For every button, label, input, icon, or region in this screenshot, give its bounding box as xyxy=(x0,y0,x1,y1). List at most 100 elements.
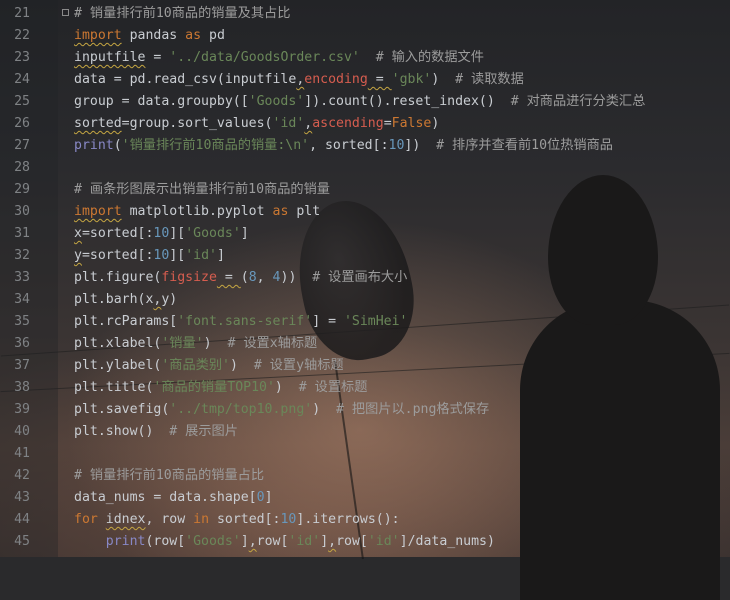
code-token: plt.rcParams[ xyxy=(74,314,178,329)
code-token: ]/data_nums) xyxy=(399,534,495,549)
code-token: plt.show() xyxy=(74,424,170,439)
code-token: import xyxy=(74,28,122,43)
code-token: sorted xyxy=(74,116,122,131)
code-token: plt.xlabel( xyxy=(74,336,162,351)
code-line[interactable]: 33 plt.figure(figsize = (8, 4)) # 设置画布大小 xyxy=(0,267,730,289)
code-token: ] xyxy=(264,490,273,505)
code-line[interactable]: 23 inputfile = '../data/GoodsOrder.csv' #… xyxy=(0,47,730,69)
code-token: plt.savefig( xyxy=(74,402,170,417)
code-token: # 设置画布大小 xyxy=(312,270,408,285)
code-token: 'gbk' xyxy=(391,72,432,87)
code-text: group = data.groupby(['Goods']).count().… xyxy=(74,91,645,113)
line-number: 44 xyxy=(14,512,30,527)
code-line[interactable]: 31 x=sorted[:10]['Goods'] xyxy=(0,223,730,245)
code-token: ] xyxy=(240,534,249,549)
code-token: 'id' xyxy=(367,534,400,549)
line-number: 43 xyxy=(14,490,30,505)
code-line[interactable]: 22 import pandas as pd xyxy=(0,25,730,47)
code-token: , xyxy=(256,270,273,285)
code-line[interactable]: 39 plt.savefig('../tmp/top10.png') # 把图片以… xyxy=(0,399,730,421)
code-token: 'Goods' xyxy=(248,94,305,109)
code-token: ].iterrows(): xyxy=(296,512,400,527)
line-number: 33 xyxy=(14,270,30,285)
code-token: 'Goods' xyxy=(185,534,241,549)
code-text: import pandas as pd xyxy=(74,25,225,47)
line-number: 41 xyxy=(14,446,30,461)
code-token: plt.figure( xyxy=(74,270,162,285)
code-token: figsize xyxy=(161,270,217,285)
code-token: '商品的销量TOP10' xyxy=(153,380,275,395)
code-token: '../data/GoodsOrder.csv' xyxy=(169,50,360,65)
code-token: print xyxy=(74,138,114,153)
code-token: 'SimHei' xyxy=(343,314,408,329)
code-token: x xyxy=(74,226,82,241)
line-number: 28 xyxy=(14,160,30,175)
code-line[interactable]: 21 # 销量排行前10商品的销量及其占比 xyxy=(0,3,730,25)
code-line[interactable]: 35 plt.rcParams['font.sans-serif'] = 'Sim… xyxy=(0,311,730,333)
code-line[interactable]: 38 plt.title('商品的销量TOP10') # 设置标题 xyxy=(0,377,730,399)
line-number: 29 xyxy=(14,182,30,197)
code-text: plt.show() # 展示图片 xyxy=(74,421,238,443)
code-line[interactable]: 45 print(row['Goods'],row['id'],row['id'… xyxy=(0,531,730,553)
code-line[interactable]: 41 xyxy=(0,443,730,465)
code-token: 10 xyxy=(280,512,297,527)
code-token: (row[ xyxy=(145,534,186,549)
code-token: # 排序并查看前10位热销商品 xyxy=(436,138,613,153)
code-token: row[ xyxy=(336,534,368,549)
code-text: x=sorted[:10]['Goods'] xyxy=(74,223,249,245)
code-line[interactable]: 32 y=sorted[:10]['id'] xyxy=(0,245,730,267)
code-line[interactable]: 40 plt.show() # 展示图片 xyxy=(0,421,730,443)
code-line[interactable]: 42 # 销量排行前10商品的销量占比 xyxy=(0,465,730,487)
code-token: in xyxy=(193,512,210,527)
code-text: # 画条形图展示出销量排行前10商品的销量 xyxy=(74,179,330,201)
code-token: =sorted[: xyxy=(81,226,154,241)
code-text: sorted=group.sort_values('id',ascending=… xyxy=(74,113,439,135)
line-number: 42 xyxy=(14,468,30,483)
code-line[interactable]: 43 data_nums = data.shape[0] xyxy=(0,487,730,509)
code-token: ) xyxy=(203,336,228,351)
code-line[interactable]: 24 data = pd.read_csv(inputfile,encoding … xyxy=(0,69,730,91)
code-line[interactable]: 27 print('销量排行前10商品的销量:\n', sorted[:10]) … xyxy=(0,135,730,157)
code-text: # 销量排行前10商品的销量及其占比 xyxy=(74,3,290,25)
code-token: '销量' xyxy=(161,336,204,351)
code-token: matplotlib.pyplot xyxy=(121,204,273,219)
code-token: '商品类别' xyxy=(161,358,230,373)
code-line[interactable]: 34 plt.barh(x,y) xyxy=(0,289,730,311)
code-token: as xyxy=(185,28,202,43)
code-line[interactable]: 30 import matplotlib.pyplot as plt xyxy=(0,201,730,223)
code-token: # 输入的数据文件 xyxy=(359,50,484,65)
code-token: =group.sort_values( xyxy=(121,116,273,131)
code-line[interactable]: 36 plt.xlabel('销量') # 设置x轴标题 xyxy=(0,333,730,355)
code-line[interactable]: 26 sorted=group.sort_values('id',ascendin… xyxy=(0,113,730,135)
code-token: ] xyxy=(320,534,329,549)
code-text: data = pd.read_csv(inputfile,encoding = … xyxy=(74,69,524,91)
code-token: plt.title( xyxy=(74,380,154,395)
code-line[interactable]: 37 plt.ylabel('商品类别') # 设置y轴标题 xyxy=(0,355,730,377)
code-token: 'id' xyxy=(185,248,217,263)
code-token: encoding xyxy=(304,72,368,87)
code-text: print('销量排行前10商品的销量:\n', sorted[:10]) # … xyxy=(74,135,613,157)
code-token: 10 xyxy=(153,226,170,241)
code-token: , xyxy=(328,534,337,549)
code-token: )) xyxy=(280,270,313,285)
code-text: inputfile = '../data/GoodsOrder.csv' # 输… xyxy=(74,47,484,69)
line-number: 38 xyxy=(14,380,30,395)
code-token: = xyxy=(145,50,170,65)
code-line[interactable]: 28 xyxy=(0,157,730,179)
code-text: plt.barh(x,y) xyxy=(74,289,177,311)
code-token: as xyxy=(272,204,289,219)
code-token: for xyxy=(74,512,98,527)
code-line[interactable]: 25 group = data.groupby(['Goods']).count(… xyxy=(0,91,730,113)
code-token: # 展示图片 xyxy=(169,424,238,439)
line-number: 22 xyxy=(14,28,30,43)
code-line[interactable]: 29 # 画条形图展示出销量排行前10商品的销量 xyxy=(0,179,730,201)
line-number: 30 xyxy=(14,204,30,219)
code-token: ]) xyxy=(404,138,437,153)
code-token: '销量排行前10商品的销量:\n' xyxy=(121,138,310,153)
fold-toggle-icon[interactable] xyxy=(62,9,69,16)
line-number: 37 xyxy=(14,358,30,373)
line-number: 24 xyxy=(14,72,30,87)
code-line[interactable]: 44 for idnex, row in sorted[:10].iterrows… xyxy=(0,509,730,531)
code-token: plt.ylabel( xyxy=(74,358,162,373)
